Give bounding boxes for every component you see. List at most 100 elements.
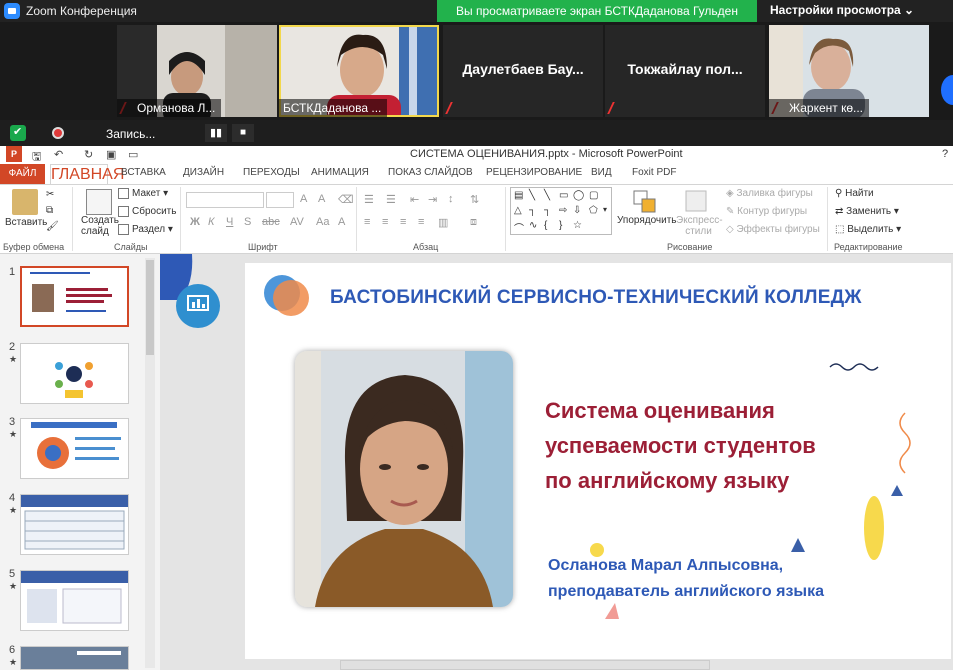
tab-design[interactable]: ДИЗАЙН bbox=[183, 167, 224, 178]
line-shape-icon[interactable]: ╲ bbox=[529, 190, 535, 201]
bullets-icon[interactable]: ☰ bbox=[364, 193, 374, 206]
spacing-icon[interactable]: AV bbox=[290, 216, 304, 228]
align-center-icon[interactable]: ≡ bbox=[382, 216, 388, 228]
align-left-icon[interactable]: ≡ bbox=[364, 216, 370, 228]
shape-effects-button[interactable]: ◇ Эффекты фигуры bbox=[726, 224, 820, 235]
clear-format-icon[interactable]: ⌫ bbox=[338, 193, 354, 206]
bold-icon[interactable]: Ж bbox=[190, 216, 200, 228]
smartart-icon[interactable]: ⧈ bbox=[470, 216, 477, 229]
customize-qat-icon[interactable]: ▭ bbox=[128, 148, 138, 161]
rectangle-shape-icon[interactable]: ▭ bbox=[559, 190, 568, 201]
freeform-shape-icon[interactable]: ∿ bbox=[529, 220, 537, 231]
stop-recording-button[interactable]: ■ bbox=[232, 124, 254, 142]
quick-styles-icon[interactable] bbox=[684, 189, 710, 215]
cut-icon[interactable]: ✂ bbox=[46, 189, 54, 200]
star-shape-icon[interactable]: ☆ bbox=[573, 220, 582, 231]
brace-shape-icon[interactable]: } bbox=[559, 220, 562, 231]
grow-font-icon[interactable]: A bbox=[300, 193, 307, 205]
text-direction-icon[interactable]: ⇅ bbox=[470, 193, 479, 206]
tab-insert[interactable]: ВСТАВКА bbox=[121, 167, 166, 178]
undo-icon[interactable]: ↶ bbox=[54, 148, 63, 161]
tab-transitions[interactable]: ПЕРЕХОДЫ bbox=[243, 167, 300, 178]
slide-thumbnail-4[interactable] bbox=[20, 494, 129, 555]
arrange-button[interactable]: Упорядочить bbox=[617, 215, 677, 226]
font-color-icon[interactable]: A bbox=[338, 216, 345, 228]
slideshow-icon[interactable]: ▣ bbox=[106, 148, 116, 161]
rounded-rect-shape-icon[interactable]: ▢ bbox=[589, 190, 598, 201]
shape-fill-button[interactable]: ◈ Заливка фигуры bbox=[726, 188, 813, 199]
tab-file[interactable]: ФАЙЛ bbox=[0, 164, 45, 184]
more-shapes-icon[interactable]: ▾ bbox=[603, 205, 607, 214]
slide-heading[interactable]: Система оценивания успеваемости студенто… bbox=[545, 393, 905, 498]
decrease-indent-icon[interactable]: ⇤ bbox=[410, 193, 419, 206]
italic-icon[interactable]: К bbox=[208, 216, 214, 228]
strikethrough-icon[interactable]: abc bbox=[262, 216, 280, 228]
tab-foxit-pdf[interactable]: Foxit PDF bbox=[632, 167, 676, 178]
tab-animation[interactable]: АНИМАЦИЯ bbox=[311, 167, 369, 178]
shapes-gallery[interactable]: ▤ ╲ ╲ ▭ ◯ ▢ △ ┐ ┐ ⇨ ⇩ ⬠ ⌒ ∿ { } ☆ ▾ bbox=[510, 187, 612, 235]
tab-view[interactable]: ВИД bbox=[591, 167, 612, 178]
line-spacing-icon[interactable]: ↕ bbox=[448, 193, 454, 205]
paste-button[interactable]: Вставить bbox=[5, 217, 47, 228]
select-button[interactable]: ⬚ Выделить ▾ bbox=[835, 224, 901, 235]
triangle-shape-icon[interactable]: △ bbox=[514, 205, 522, 216]
curve-shape-icon[interactable]: ⌒ bbox=[514, 220, 524, 235]
participant-tile[interactable]: Жаркент кө... bbox=[769, 25, 929, 117]
slide-thumbnail-1[interactable] bbox=[20, 266, 129, 327]
increase-indent-icon[interactable]: ⇥ bbox=[428, 193, 437, 206]
connector-shape-icon[interactable]: ┐ bbox=[544, 205, 551, 216]
participant-tile[interactable]: Даулетбаев Бау... bbox=[443, 25, 603, 117]
slide-thumbnail-3[interactable] bbox=[20, 418, 129, 479]
arrow-right-shape-icon[interactable]: ⇨ bbox=[559, 205, 567, 216]
connector-shape-icon[interactable]: ┐ bbox=[529, 205, 536, 216]
pentagon-shape-icon[interactable]: ⬠ bbox=[589, 205, 598, 216]
view-options-button[interactable]: Настройки просмотра ⌄ bbox=[770, 3, 914, 17]
replace-button[interactable]: ⇄ Заменить ▾ bbox=[835, 206, 899, 217]
tab-slideshow[interactable]: ПОКАЗ СЛАЙДОВ bbox=[388, 167, 473, 178]
justify-icon[interactable]: ≡ bbox=[418, 216, 424, 228]
horizontal-scrollbar[interactable] bbox=[340, 660, 710, 670]
shape-outline-button[interactable]: ✎ Контур фигуры bbox=[726, 206, 807, 217]
scrollbar-thumb[interactable] bbox=[146, 260, 154, 355]
font-name-combo[interactable] bbox=[186, 192, 264, 208]
participant-tile[interactable]: Токжайлау пол... bbox=[605, 25, 765, 117]
slide-thumbnail-6[interactable] bbox=[20, 646, 129, 670]
avatar[interactable] bbox=[941, 75, 953, 105]
slide-college-title[interactable]: БАСТОБИНСКИЙ СЕРВИСНО-ТЕХНИЧЕСКИЙ КОЛЛЕД… bbox=[330, 287, 862, 309]
new-slide-icon[interactable] bbox=[86, 189, 112, 215]
copy-icon[interactable]: ⧉ bbox=[46, 205, 53, 216]
font-size-combo[interactable] bbox=[266, 192, 294, 208]
find-button[interactable]: ⚲ Найти bbox=[835, 188, 874, 199]
slide-thumbnail-2[interactable] bbox=[20, 343, 129, 404]
slide-author-role[interactable]: преподаватель английского языка bbox=[548, 583, 824, 601]
textbox-shape-icon[interactable]: ▤ bbox=[514, 190, 523, 201]
participant-tile-active-speaker[interactable]: БСТКДаданова ... bbox=[279, 25, 439, 117]
brace-shape-icon[interactable]: { bbox=[544, 220, 547, 231]
slide-author-name[interactable]: Осланова Марал Алпысовна, bbox=[548, 557, 783, 575]
change-case-icon[interactable]: Aa bbox=[316, 216, 329, 228]
shield-check-icon[interactable] bbox=[10, 125, 26, 141]
oval-shape-icon[interactable]: ◯ bbox=[573, 190, 584, 201]
underline-icon[interactable]: Ч bbox=[226, 216, 233, 228]
arrow-down-shape-icon[interactable]: ⇩ bbox=[573, 205, 581, 216]
participant-tile[interactable]: Орманова Л... bbox=[117, 25, 277, 117]
align-right-icon[interactable]: ≡ bbox=[400, 216, 406, 228]
line-shape-icon[interactable]: ╲ bbox=[544, 190, 550, 201]
numbering-icon[interactable]: ☰ bbox=[386, 193, 396, 206]
paste-icon[interactable] bbox=[12, 189, 38, 215]
current-slide[interactable]: БАСТОБИНСКИЙ СЕРВИСНО-ТЕХНИЧЕСКИЙ КОЛЛЕД… bbox=[245, 263, 951, 659]
reset-button[interactable]: Сбросить bbox=[118, 206, 176, 217]
presenter-photo[interactable] bbox=[295, 351, 513, 607]
shadow-icon[interactable]: S bbox=[244, 216, 251, 228]
section-button[interactable]: Раздел ▾ bbox=[118, 224, 173, 235]
tab-review[interactable]: РЕЦЕНЗИРОВАНИЕ bbox=[486, 167, 582, 178]
quick-styles-button[interactable]: Экспресс-стили bbox=[676, 215, 723, 237]
columns-icon[interactable]: ▥ bbox=[438, 216, 448, 229]
tab-home[interactable]: ГЛАВНАЯ bbox=[50, 164, 124, 184]
layout-button[interactable]: Макет ▾ bbox=[118, 188, 168, 199]
shrink-font-icon[interactable]: A bbox=[318, 193, 325, 205]
thumbnails-scrollbar[interactable] bbox=[145, 258, 155, 668]
arrange-icon[interactable] bbox=[632, 189, 658, 215]
help-button[interactable]: ? bbox=[942, 148, 948, 160]
slide-thumbnail-5[interactable] bbox=[20, 570, 129, 631]
